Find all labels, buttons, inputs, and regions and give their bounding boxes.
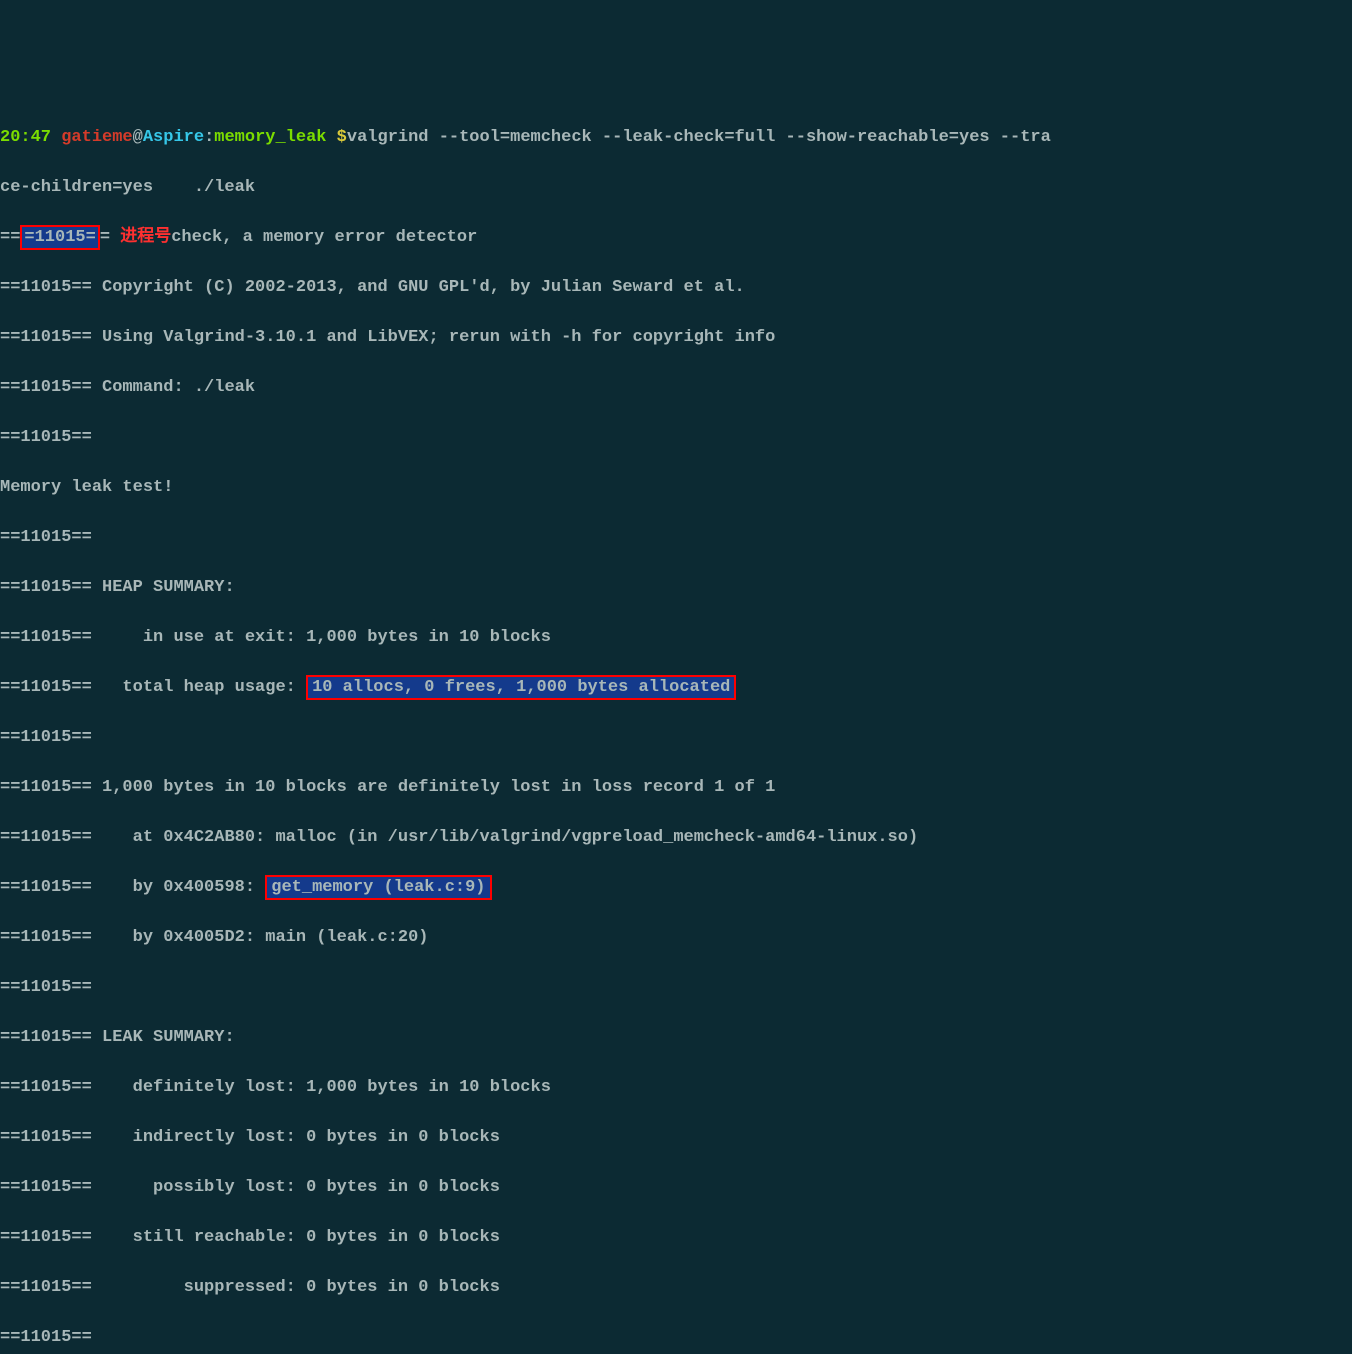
pid-prefix: ==11015== <box>0 628 92 647</box>
output-line-using: ==11015== Using Valgrind-3.10.1 and LibV… <box>0 325 1352 350</box>
output-line-blank: ==11015== <box>0 525 1352 550</box>
annotation-pid-label: 进程号 <box>120 228 171 247</box>
pid-prefix: ==11015== <box>0 778 92 797</box>
prompt-at: @ <box>133 128 143 147</box>
output-line-blank: ==11015== <box>0 1325 1352 1350</box>
pid-prefix: ==11015== <box>0 428 92 447</box>
prompt-line-1: 20:47 gatieme@Aspire:memory_leak $valgri… <box>0 125 1352 150</box>
pid-highlight-box: =11015= <box>20 225 99 250</box>
pid-prefix: ==11015== <box>0 378 92 397</box>
pid-prefix: ==11015== <box>0 978 92 997</box>
output-text: at 0x4C2AB80: malloc (in /usr/lib/valgri… <box>92 828 918 847</box>
output-line-blank: ==11015== <box>0 975 1352 1000</box>
output-line-suppressed: ==11015== suppressed: 0 bytes in 0 block… <box>0 1275 1352 1300</box>
output-text: total heap usage: <box>92 678 306 697</box>
pid-prefix: ==11015== <box>0 828 92 847</box>
output-line-lost-header: ==11015== 1,000 bytes in 10 blocks are d… <box>0 775 1352 800</box>
output-text: definitely lost: 1,000 bytes in 10 block… <box>92 1078 551 1097</box>
output-line-total-heap: ==11015== total heap usage: 10 allocs, 0… <box>0 675 1352 700</box>
output-memcheck-tail: check, a memory error detector <box>171 228 477 247</box>
output-line-blank: ==11015== <box>0 725 1352 750</box>
prompt-colon: : <box>204 128 214 147</box>
pid-prefix: ==11015== <box>0 528 92 547</box>
output-text: by 0x400598: <box>92 878 265 897</box>
output-line-at-malloc: ==11015== at 0x4C2AB80: malloc (in /usr/… <box>0 825 1352 850</box>
output-text: in use at exit: 1,000 bytes in 10 blocks <box>92 628 551 647</box>
output-line-indirectly-lost: ==11015== indirectly lost: 0 bytes in 0 … <box>0 1125 1352 1150</box>
output-line-memcheck: ===11015== 进程号check, a memory error dete… <box>0 225 1352 250</box>
getmemory-highlight-box: get_memory (leak.c:9) <box>265 875 491 900</box>
terminal-output[interactable]: 20:47 gatieme@Aspire:memory_leak $valgri… <box>0 100 1352 1354</box>
output-line-in-use: ==11015== in use at exit: 1,000 bytes in… <box>0 625 1352 650</box>
output-line-by-getmemory: ==11015== by 0x400598: get_memory (leak.… <box>0 875 1352 900</box>
output-text: 1,000 bytes in 10 blocks are definitely … <box>92 778 776 797</box>
pid-prefix: == <box>0 228 20 247</box>
output-text: HEAP SUMMARY: <box>92 578 235 597</box>
prompt-dollar: $ <box>326 128 346 147</box>
prompt-time: 20:47 <box>0 128 51 147</box>
output-text: Command: ./leak <box>92 378 255 397</box>
output-text: Copyright (C) 2002-2013, and GNU GPL'd, … <box>92 278 745 297</box>
output-text: still reachable: 0 bytes in 0 blocks <box>92 1228 500 1247</box>
pid-prefix: ==11015== <box>0 678 92 697</box>
output-line-leak-summary: ==11015== LEAK SUMMARY: <box>0 1025 1352 1050</box>
output-text: possibly lost: 0 bytes in 0 blocks <box>92 1178 500 1197</box>
command-part-2: ce-children=yes ./leak <box>0 178 255 197</box>
prompt-host: Aspire <box>143 128 204 147</box>
output-line-copyright: ==11015== Copyright (C) 2002-2013, and G… <box>0 275 1352 300</box>
command-part-1: valgrind --tool=memcheck --leak-check=fu… <box>347 128 1051 147</box>
pid-prefix: ==11015== <box>0 328 92 347</box>
total-heap-highlight-box: 10 allocs, 0 frees, 1,000 bytes allocate… <box>306 675 736 700</box>
pid-suffix: = <box>100 228 110 247</box>
pid-prefix: ==11015== <box>0 1178 92 1197</box>
output-text: Using Valgrind-3.10.1 and LibVEX; rerun … <box>92 328 776 347</box>
output-line-definitely-lost: ==11015== definitely lost: 1,000 bytes i… <box>0 1075 1352 1100</box>
pid-prefix: ==11015== <box>0 1228 92 1247</box>
output-line-still-reachable: ==11015== still reachable: 0 bytes in 0 … <box>0 1225 1352 1250</box>
pid-prefix: ==11015== <box>0 1128 92 1147</box>
pid-prefix: ==11015== <box>0 728 92 747</box>
pid-prefix: ==11015== <box>0 578 92 597</box>
prompt-line-2: ce-children=yes ./leak <box>0 175 1352 200</box>
pid-prefix: ==11015== <box>0 878 92 897</box>
pid-prefix: ==11015== <box>0 1078 92 1097</box>
prompt-user: gatieme <box>61 128 132 147</box>
pid-prefix: ==11015== <box>0 1328 92 1347</box>
pid-prefix: ==11015== <box>0 1028 92 1047</box>
prompt-cwd: memory_leak <box>214 128 326 147</box>
output-text: Memory leak test! <box>0 478 173 497</box>
output-line-heap-summary: ==11015== HEAP SUMMARY: <box>0 575 1352 600</box>
output-text: indirectly lost: 0 bytes in 0 blocks <box>92 1128 500 1147</box>
pid-prefix: ==11015== <box>0 278 92 297</box>
pid-prefix: ==11015== <box>0 928 92 947</box>
output-line-possibly-lost: ==11015== possibly lost: 0 bytes in 0 bl… <box>0 1175 1352 1200</box>
output-text: LEAK SUMMARY: <box>92 1028 235 1047</box>
pid-prefix: ==11015== <box>0 1278 92 1297</box>
output-line-by-main: ==11015== by 0x4005D2: main (leak.c:20) <box>0 925 1352 950</box>
output-text: by 0x4005D2: main (leak.c:20) <box>92 928 429 947</box>
output-text: suppressed: 0 bytes in 0 blocks <box>92 1278 500 1297</box>
output-line-blank: ==11015== <box>0 425 1352 450</box>
output-line-command: ==11015== Command: ./leak <box>0 375 1352 400</box>
output-line-memtest: Memory leak test! <box>0 475 1352 500</box>
